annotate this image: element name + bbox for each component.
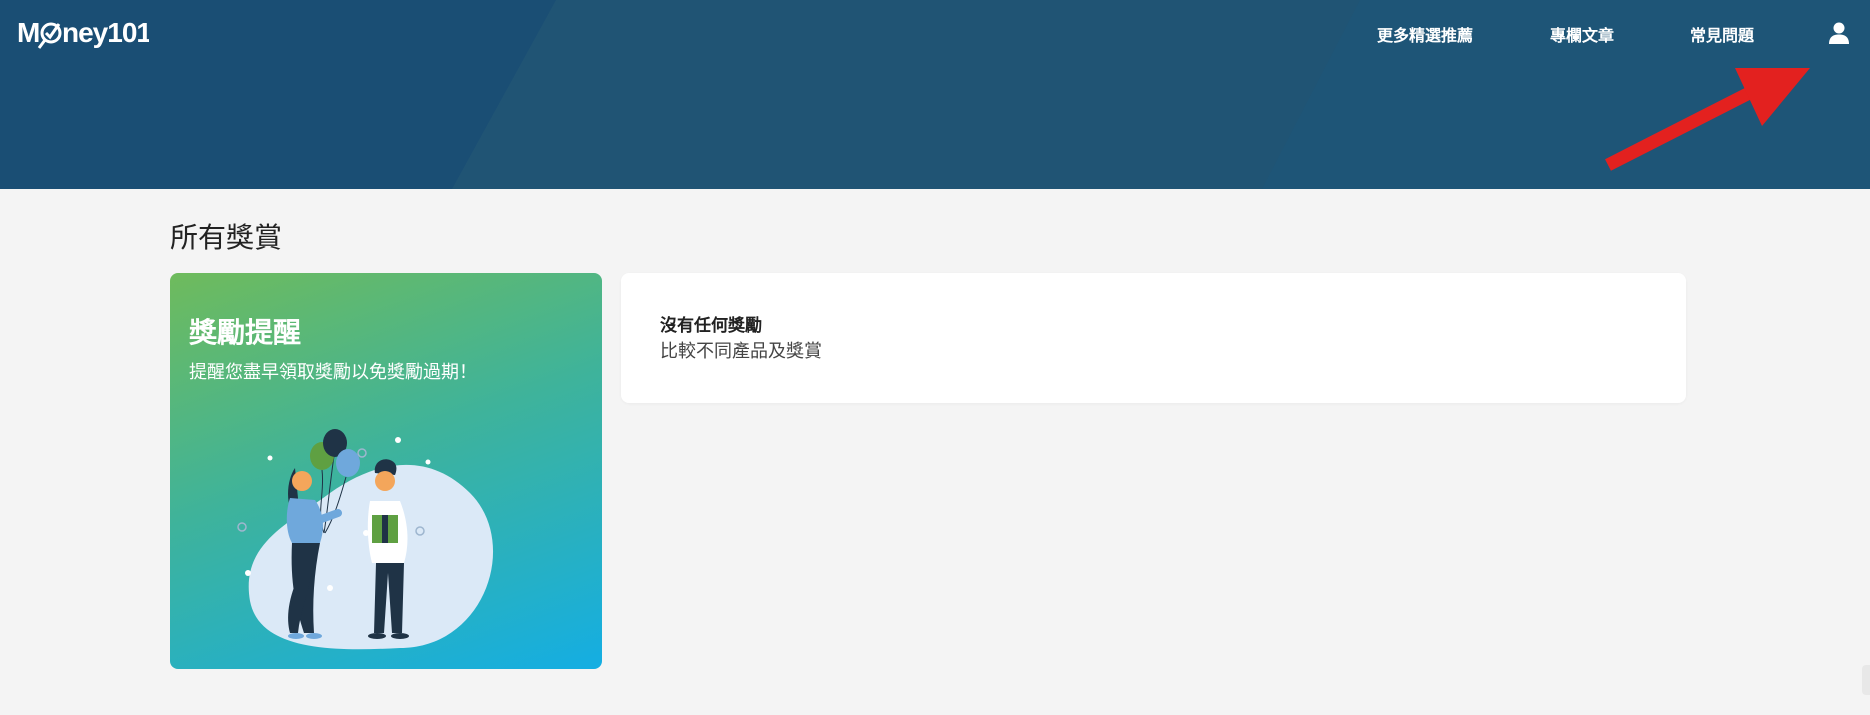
svg-text:ney101: ney101 [62,17,149,48]
header-banner: M ney101 更多精選推薦 專欄文章 常見問題 [0,0,1870,189]
user-icon[interactable] [1827,21,1851,45]
red-arrow-annotation [1605,68,1810,171]
reward-reminder-card: 獎勵提醒 提醒您盡早領取獎勵以免獎勵過期！ [170,273,602,669]
page-title: 所有獎賞 [170,221,283,254]
compare-products-link[interactable]: 比較不同產品及獎賞 [660,337,822,363]
no-rewards-card: 沒有任何獎勵 比較不同產品及獎賞 [621,273,1686,403]
no-rewards-title: 沒有任何獎勵 [660,316,762,336]
celebration-illustration [237,429,494,650]
reward-reminder-title: 獎勵提醒 [189,316,302,349]
reward-reminder-subtitle: 提醒您盡早領取獎勵以免獎勵過期！ [189,362,477,383]
svg-text:M: M [17,17,39,48]
nav-link-featured[interactable]: 更多精選推薦 [1377,22,1473,46]
side-feedback-tab[interactable] [1862,665,1870,695]
logo-mark: M ney101 [17,17,149,49]
money101-logo[interactable]: M ney101 [17,12,149,52]
nav-link-faq[interactable]: 常見問題 [1690,22,1754,46]
nav-link-articles[interactable]: 專欄文章 [1550,22,1614,46]
